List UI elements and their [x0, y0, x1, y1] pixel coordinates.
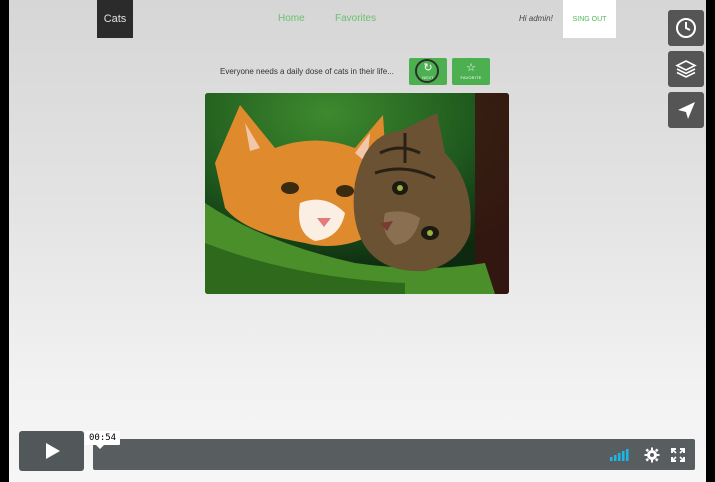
- cat-illustration: [205, 93, 509, 294]
- progress-bar[interactable]: [93, 439, 695, 470]
- collections-button[interactable]: [668, 51, 704, 87]
- send-icon: [678, 102, 695, 119]
- play-icon: [45, 443, 60, 459]
- watch-later-button[interactable]: [668, 10, 704, 46]
- cat-photo: [205, 93, 509, 294]
- timestamp-tooltip: 00:54: [85, 431, 121, 449]
- volume-icon[interactable]: [609, 446, 633, 462]
- favorite-label: FAVORITE: [460, 75, 482, 80]
- nav-favorites[interactable]: Favorites: [335, 13, 376, 24]
- play-button[interactable]: [19, 431, 84, 471]
- refresh-button[interactable]: ↻ NEXT: [409, 58, 447, 85]
- app-frame: Cats Home Favorites Hi admin! SING OUT E…: [9, 0, 706, 482]
- tagline: Everyone needs a daily dose of cats in t…: [220, 67, 394, 76]
- share-button[interactable]: [668, 92, 704, 128]
- favorite-button[interactable]: ☆ FAVORITE: [452, 58, 490, 85]
- gear-icon[interactable]: [644, 447, 660, 463]
- star-icon: ☆: [466, 62, 476, 74]
- user-greeting: Hi admin!: [519, 14, 553, 23]
- sign-out-button[interactable]: SING OUT: [563, 0, 616, 38]
- layers-icon: [675, 60, 697, 78]
- fullscreen-icon[interactable]: [671, 448, 685, 462]
- nav-home[interactable]: Home: [278, 13, 305, 24]
- brand-logo[interactable]: Cats: [97, 0, 133, 38]
- clock-icon: [676, 18, 696, 38]
- cursor-highlight: [415, 59, 439, 83]
